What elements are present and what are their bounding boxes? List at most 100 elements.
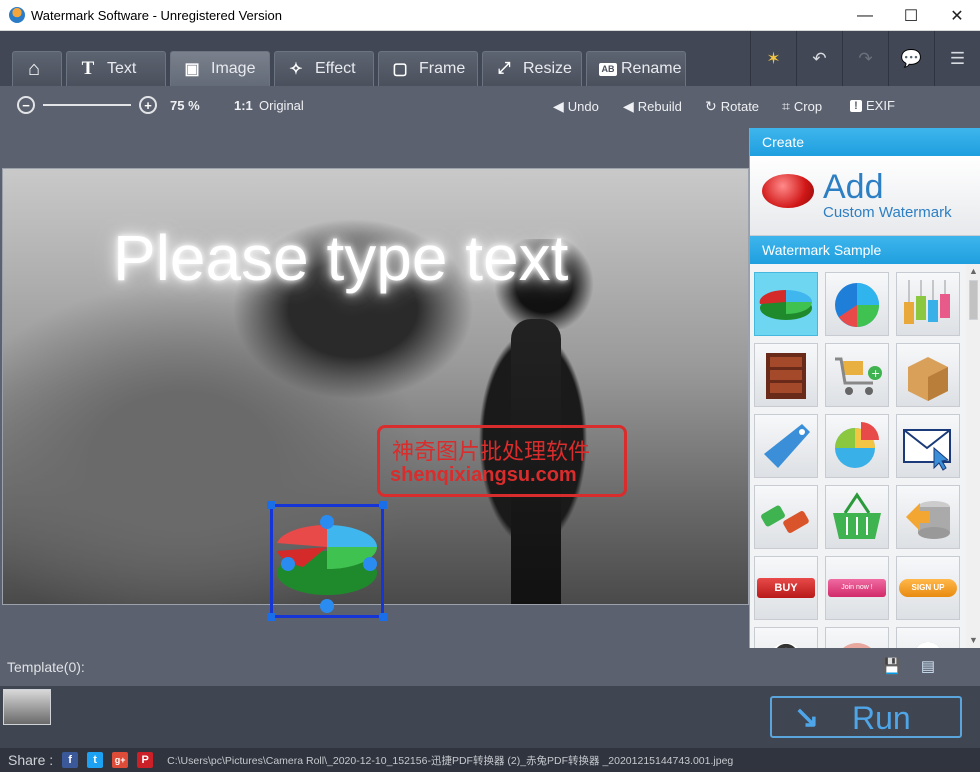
image-thumbnail[interactable]	[3, 689, 51, 725]
control-point[interactable]	[281, 557, 295, 571]
pie-chart-icon	[759, 289, 812, 320]
original-size-button[interactable]: Original	[259, 98, 304, 113]
sample-box[interactable]	[896, 343, 960, 407]
template-area: ↘ Run	[0, 686, 980, 748]
tab-frame[interactable]: ▢ Frame	[378, 51, 478, 86]
feedback-chat-icon[interactable]: 💬	[888, 31, 934, 86]
red-push-button-icon	[760, 170, 816, 220]
promo-button[interactable]: ✶	[750, 31, 796, 86]
envelope-icon	[903, 429, 951, 471]
pinterest-icon[interactable]: P	[137, 752, 154, 768]
sample-drawer[interactable]	[754, 343, 818, 407]
add-custom-watermark-button[interactable]: Add Custom Watermark	[750, 156, 980, 236]
control-point[interactable]	[363, 557, 377, 571]
sample-pie-color[interactable]	[825, 414, 889, 478]
share-label: Share :	[8, 752, 54, 768]
control-point[interactable]	[320, 599, 334, 613]
resize-handle[interactable]	[267, 613, 275, 621]
create-header: Create	[750, 128, 980, 156]
rebuild-icon: ◀	[623, 98, 634, 114]
window-controls: — ☐ ✕	[842, 0, 980, 31]
sample-pie-round[interactable]	[825, 272, 889, 336]
resize-handle[interactable]	[379, 501, 387, 509]
exif-button[interactable]: ! EXIF	[850, 98, 895, 113]
cabinet-icon	[766, 353, 806, 399]
zoom-slider[interactable]	[43, 104, 131, 106]
cardboard-box-icon	[908, 357, 948, 401]
tab-text[interactable]: T Text	[66, 51, 166, 86]
googleplus-icon[interactable]: g+	[112, 752, 129, 768]
save-template-icon[interactable]: 💾	[882, 656, 902, 676]
magic-wand-icon: ✧	[289, 61, 303, 78]
right-panel: Create Add Custom Watermark Watermark Sa…	[749, 128, 980, 648]
tab-effect[interactable]: ✧ Effect	[274, 51, 374, 86]
tab-resize[interactable]: ⤢ Resize	[482, 51, 582, 86]
close-button[interactable]: ✕	[934, 0, 980, 31]
sample-cow[interactable]	[754, 627, 818, 648]
undo-button[interactable]: ◀ Undo	[553, 98, 599, 115]
crop-button[interactable]: ⌗ Crop	[782, 98, 822, 115]
resize-icon: ⤢	[497, 60, 511, 77]
resize-handle[interactable]	[267, 501, 275, 509]
sample-blue-tag[interactable]	[754, 414, 818, 478]
zoom-out-icon[interactable]: −	[17, 96, 35, 114]
canvas-area[interactable]: Please type text 神奇图片批处理软件 shenqixiangsu…	[0, 128, 750, 648]
file-path: C:\Users\pc\Pictures\Camera Roll\_2020-1…	[167, 754, 734, 767]
sale-labels-icon	[761, 505, 809, 533]
pie-slices-icon	[835, 422, 879, 468]
rotate-handle[interactable]	[320, 515, 334, 529]
maximize-button[interactable]: ☐	[888, 0, 934, 31]
twitter-icon[interactable]: t	[87, 752, 104, 768]
sample-join-button[interactable]: Join now !	[825, 556, 889, 620]
scroll-down-icon[interactable]: ▼	[966, 633, 980, 648]
top-redo-button[interactable]: ↷	[842, 31, 888, 86]
zoom-in-icon[interactable]: +	[139, 96, 157, 114]
tab-effect-label: Effect	[315, 60, 356, 77]
sample-eye[interactable]	[896, 627, 960, 648]
price-tag-icon	[764, 424, 810, 468]
tab-image[interactable]: ▣ Image	[170, 51, 270, 86]
resize-handle[interactable]	[379, 613, 387, 621]
facebook-icon[interactable]: f	[62, 752, 79, 768]
minimize-button[interactable]: —	[842, 0, 888, 31]
rotate-icon: ↻	[705, 98, 717, 114]
rotate-button[interactable]: ↻ Rotate	[705, 98, 759, 115]
sample-database-arrow[interactable]	[896, 485, 960, 549]
image-watermark-selection[interactable]	[267, 501, 387, 621]
rebuild-label: Rebuild	[637, 99, 682, 114]
sample-buy-button[interactable]: BUY	[754, 556, 818, 620]
template-bar: Template(0): 💾 ▤	[0, 648, 980, 686]
sample-scrollbar[interactable]: ▲ ▼	[966, 264, 980, 648]
sample-sale-labels[interactable]	[754, 485, 818, 549]
sale-tags-icon	[904, 280, 950, 324]
add-subtitle: Custom Watermark	[823, 204, 952, 221]
tab-text-label: Text	[107, 60, 137, 77]
scroll-thumb[interactable]	[969, 280, 978, 320]
tab-rename[interactable]: AB Rename	[586, 51, 686, 86]
signup-label: SIGN UP	[899, 579, 957, 597]
sample-basket[interactable]	[825, 485, 889, 549]
sample-signup-button[interactable]: SIGN UP	[896, 556, 960, 620]
run-button[interactable]: ↘ Run	[770, 696, 962, 738]
scroll-up-icon[interactable]: ▲	[966, 264, 980, 279]
tab-home[interactable]: ⌂	[12, 51, 62, 86]
original-size-icon[interactable]: 1:1	[234, 98, 253, 113]
shopping-cart-icon: +	[835, 357, 882, 395]
buy-label: BUY	[757, 578, 815, 598]
sample-pig[interactable]	[825, 627, 889, 648]
svg-text:+: +	[871, 367, 880, 380]
template-list-icon[interactable]: ▤	[918, 656, 938, 676]
sample-envelope[interactable]	[896, 414, 960, 478]
top-undo-button[interactable]: ↶	[796, 31, 842, 86]
menu-list-icon[interactable]: ☰	[934, 31, 980, 86]
sample-cart[interactable]: +	[825, 343, 889, 407]
sample-sale-tags[interactable]	[896, 272, 960, 336]
rename-ab-icon: AB	[599, 62, 617, 76]
tab-image-label: Image	[211, 60, 256, 77]
text-watermark[interactable]: Please type text	[113, 221, 568, 295]
sample-pie-3d[interactable]	[754, 272, 818, 336]
stamp-chinese-text: 神奇图片批处理软件	[392, 439, 591, 464]
tab-rename-label: Rename	[621, 60, 682, 77]
logo-watermark-stamp[interactable]: 神奇图片批处理软件 shenqixiangsu.com	[377, 425, 627, 497]
rebuild-button[interactable]: ◀ Rebuild	[623, 98, 682, 115]
